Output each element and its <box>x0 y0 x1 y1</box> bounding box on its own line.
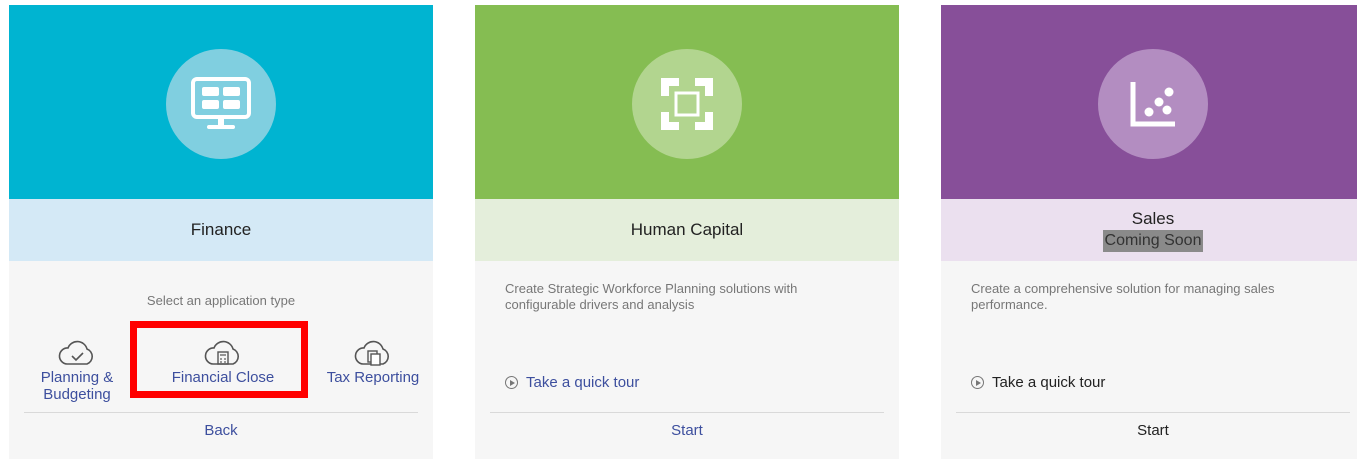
sales-title-band: Sales Coming Soon <box>941 199 1357 261</box>
take-quick-tour-link[interactable]: Take a quick tour <box>971 374 1105 391</box>
tax-reporting-label: Tax Reporting <box>326 369 420 386</box>
app-type-tax-reporting[interactable]: Tax Reporting <box>315 339 431 386</box>
coming-soon-badge: Coming Soon <box>1102 230 1204 252</box>
finance-title-band: Finance <box>9 199 433 261</box>
start-button[interactable]: Start <box>475 422 899 439</box>
human-capital-title: Human Capital <box>630 220 744 239</box>
sales-card[interactable]: Sales Coming Soon Create a comprehensive… <box>941 5 1357 459</box>
highlight-box <box>130 321 308 398</box>
select-application-type-label: Select an application type <box>146 293 296 308</box>
sales-description: Create a comprehensive solution for mana… <box>971 281 1275 312</box>
focus-frame-icon <box>632 49 742 159</box>
divider <box>956 412 1350 413</box>
back-button[interactable]: Back <box>9 422 433 439</box>
human-capital-hero <box>475 5 899 199</box>
human-capital-description: Create Strategic Workforce Planning solu… <box>505 281 798 312</box>
tour-label: Take a quick tour <box>992 374 1106 391</box>
take-quick-tour-link[interactable]: Take a quick tour <box>505 374 639 391</box>
finance-hero <box>9 5 433 199</box>
planning-budgeting-label: Planning & Budgeting <box>40 369 114 403</box>
divider <box>24 412 418 413</box>
cloud-document-icon <box>354 340 389 366</box>
sales-hero <box>941 5 1357 199</box>
monitor-dashboard-icon <box>166 49 276 159</box>
tour-label: Take a quick tour <box>526 374 640 391</box>
human-capital-title-band: Human Capital <box>475 199 899 261</box>
sales-title: Sales <box>1131 209 1175 228</box>
play-circle-icon <box>971 376 984 389</box>
scatter-chart-icon <box>1098 49 1208 159</box>
start-button[interactable]: Start <box>941 422 1357 439</box>
divider <box>490 412 884 413</box>
app-type-planning-budgeting[interactable]: Planning & Budgeting <box>27 339 127 403</box>
cloud-check-icon <box>58 340 93 365</box>
human-capital-card[interactable]: Human Capital Create Strategic Workforce… <box>475 5 899 459</box>
play-circle-icon <box>505 376 518 389</box>
finance-title: Finance <box>190 220 252 239</box>
